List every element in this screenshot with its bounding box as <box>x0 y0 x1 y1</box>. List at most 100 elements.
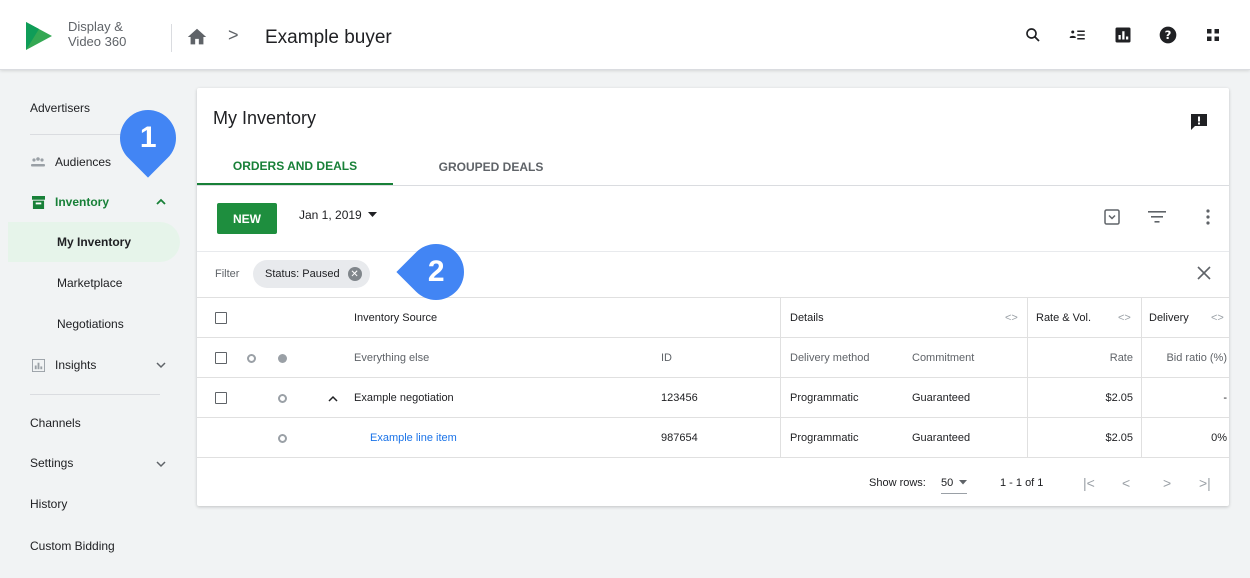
nav-label-inventory: Inventory <box>55 195 110 209</box>
tasks-icon[interactable] <box>1065 22 1091 48</box>
nav-item-custom-bidding[interactable]: Custom Bidding <box>30 528 115 564</box>
nav-item-history[interactable]: History <box>30 486 67 522</box>
help-icon[interactable]: ? <box>1155 22 1181 48</box>
nav-item-marketplace[interactable]: Marketplace <box>57 265 122 301</box>
nav-label-my-inventory: My Inventory <box>57 235 132 249</box>
search-icon[interactable] <box>1020 22 1046 48</box>
row-name-link[interactable]: Example line item <box>370 418 457 458</box>
nav-item-advertisers[interactable]: Advertisers <box>30 90 90 126</box>
column-divider <box>780 378 781 418</box>
row-id: 123456 <box>661 392 698 404</box>
show-rows-label: Show rows: <box>869 476 926 489</box>
column-divider <box>1141 338 1142 378</box>
column-divider <box>1027 338 1028 378</box>
row-commitment: Guaranteed <box>912 392 971 404</box>
chevron-down-icon[interactable] <box>156 360 166 372</box>
filter-bar: Filter Status: Paused ✕ <box>197 251 1229 297</box>
nav-label-history: History <box>30 497 68 511</box>
column-divider <box>780 298 781 338</box>
inventory-table: Inventory Source Details <> Rate & Vol. … <box>197 297 1229 458</box>
last-page-icon[interactable]: >| <box>1199 458 1211 506</box>
apps-icon[interactable] <box>1200 22 1226 48</box>
reports-icon[interactable] <box>1110 22 1136 48</box>
nav-item-negotiations[interactable]: Negotiations <box>57 306 124 342</box>
col-header-bid-ratio[interactable]: Bid ratio (%) <box>1149 338 1227 378</box>
nav-divider <box>30 394 160 395</box>
group-header-delivery: Delivery <box>1149 312 1189 324</box>
nav-label-custom-bidding: Custom Bidding <box>30 539 115 553</box>
more-vert-icon[interactable] <box>1197 206 1219 228</box>
column-divider <box>1027 418 1028 458</box>
col-header-id[interactable]: ID <box>661 338 672 378</box>
expand-columns-icon[interactable]: <> <box>1005 298 1018 338</box>
dv360-logo-icon[interactable] <box>24 20 54 52</box>
row-bid-ratio: - <box>1223 392 1227 404</box>
status-icon <box>278 378 287 418</box>
col-header-commitment[interactable]: Commitment <box>912 338 974 378</box>
expand-columns-icon[interactable]: <> <box>1118 298 1131 338</box>
row-bid-ratio: 0% <box>1211 432 1227 444</box>
nav-item-insights[interactable]: Insights <box>30 347 96 383</box>
column-divider <box>1027 298 1028 338</box>
nav-label-insights: Insights <box>55 358 97 372</box>
home-icon[interactable] <box>186 26 208 48</box>
row-checkbox[interactable] <box>215 378 227 418</box>
col-header-rate[interactable]: Rate <box>1077 338 1133 378</box>
chevron-down-icon[interactable] <box>156 459 166 471</box>
close-icon[interactable] <box>1193 262 1215 284</box>
row-delivery-method: Programmatic <box>790 432 859 444</box>
column-select-icon[interactable] <box>1101 206 1123 228</box>
callout-number-1: 1 <box>139 121 157 154</box>
date-selector[interactable]: Jan 1, 2019 <box>299 208 377 222</box>
my-inventory-card: My Inventory ORDERS AND DEALS GROUPED DE… <box>197 88 1229 506</box>
group-header-details: Details <box>790 312 824 324</box>
tab-divider <box>197 185 1229 186</box>
inventory-icon <box>30 194 46 210</box>
row-name[interactable]: Example negotiation <box>354 378 454 418</box>
filter-icon[interactable] <box>1146 206 1168 228</box>
previous-page-icon[interactable]: < <box>1122 458 1130 506</box>
breadcrumb-title[interactable]: Example buyer <box>265 27 392 49</box>
select-all-checkbox[interactable] <box>215 298 227 338</box>
feedback-icon[interactable] <box>1189 112 1209 132</box>
column-divider <box>1141 298 1142 338</box>
column-divider <box>1027 378 1028 418</box>
date-value: Jan 1, 2019 <box>299 208 362 222</box>
col-header-delivery-method[interactable]: Delivery method <box>790 338 869 378</box>
tab-orders-and-deals[interactable]: ORDERS AND DEALS <box>197 148 393 186</box>
nav-item-my-inventory[interactable]: My Inventory <box>57 224 131 260</box>
nav-item-inventory[interactable]: Inventory <box>30 184 109 220</box>
chevron-up-icon[interactable] <box>156 196 166 208</box>
state-header-icon <box>278 338 287 378</box>
filter-chip-status[interactable]: Status: Paused ✕ <box>253 260 370 288</box>
nav-label-negotiations: Negotiations <box>57 317 124 331</box>
expand-columns-icon[interactable]: <> <box>1211 298 1224 338</box>
nav-label-audiences: Audiences <box>55 155 112 169</box>
tab-grouped-deals[interactable]: GROUPED DEALS <box>393 148 589 186</box>
group-header-rate-vol: Rate & Vol. <box>1036 312 1092 324</box>
product-name-line2: Video 360 <box>68 34 127 49</box>
table-row[interactable]: Example negotiation 123456 Programmatic … <box>197 377 1229 418</box>
nav-item-channels[interactable]: Channels <box>30 405 81 441</box>
first-page-icon[interactable]: |< <box>1083 458 1095 506</box>
filter-label: Filter <box>215 268 240 280</box>
status-icon <box>278 418 287 458</box>
nav-item-audiences[interactable]: Audiences <box>30 144 111 180</box>
nav-item-settings[interactable]: Settings <box>30 445 73 481</box>
top-divider <box>171 24 172 52</box>
audiences-icon <box>30 154 46 170</box>
top-icon-group: ? <box>1020 22 1226 48</box>
row-rate: $2.05 <box>1105 432 1133 444</box>
callout-number-2: 2 <box>427 255 445 288</box>
select-all-checkbox[interactable] <box>215 338 227 378</box>
new-button[interactable]: NEW <box>217 203 277 234</box>
collapse-row-icon[interactable] <box>328 378 338 418</box>
col-header-name[interactable]: Everything else <box>354 338 429 378</box>
table-row[interactable]: Example line item 987654 Programmatic Gu… <box>197 417 1229 458</box>
filter-chip-label: Status: Paused <box>265 268 340 280</box>
next-page-icon[interactable]: > <box>1163 458 1171 506</box>
dropdown-arrow-icon <box>959 480 968 485</box>
rows-per-page-select[interactable]: 50 <box>941 472 968 494</box>
remove-chip-icon[interactable]: ✕ <box>347 267 362 281</box>
row-delivery-method: Programmatic <box>790 392 859 404</box>
